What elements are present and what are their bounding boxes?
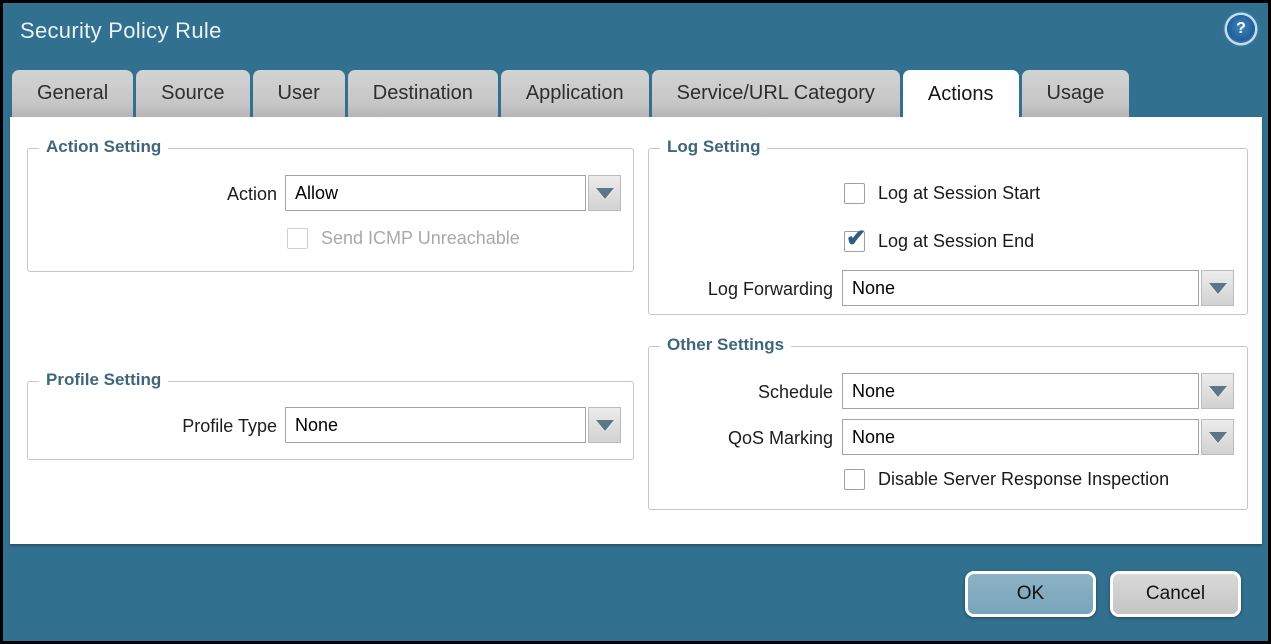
schedule-dropdown: None bbox=[842, 373, 1234, 409]
cancel-button[interactable]: Cancel bbox=[1110, 571, 1241, 617]
tab-application[interactable]: Application bbox=[501, 70, 649, 117]
disable-sri-checkbox-row: Disable Server Response Inspection bbox=[844, 469, 1169, 490]
other-settings-legend: Other Settings bbox=[660, 335, 791, 355]
chevron-down-icon bbox=[1209, 283, 1227, 294]
action-setting-legend: Action Setting bbox=[39, 137, 168, 157]
schedule-dropdown-value[interactable]: None bbox=[842, 373, 1199, 409]
chevron-down-icon bbox=[1209, 386, 1227, 397]
tab-source[interactable]: Source bbox=[136, 70, 249, 117]
log-forwarding-dropdown-value[interactable]: None bbox=[842, 270, 1199, 306]
tab-destination[interactable]: Destination bbox=[348, 70, 498, 117]
qos-marking-label: QoS Marking bbox=[593, 428, 833, 449]
qos-marking-dropdown: None bbox=[842, 419, 1234, 455]
chevron-down-icon bbox=[596, 188, 614, 199]
profile-type-dropdown-value[interactable]: None bbox=[285, 407, 586, 443]
log-forwarding-dropdown: None bbox=[842, 270, 1234, 306]
send-icmp-unreachable-checkbox[interactable] bbox=[287, 228, 308, 249]
action-dropdown: Allow bbox=[285, 175, 621, 211]
disable-sri-label: Disable Server Response Inspection bbox=[878, 469, 1169, 490]
log-session-end-checkbox[interactable]: ✔ bbox=[844, 231, 865, 252]
send-icmp-unreachable-label: Send ICMP Unreachable bbox=[321, 228, 520, 249]
log-session-start-checkbox[interactable] bbox=[844, 183, 865, 204]
help-icon: ? bbox=[1236, 21, 1246, 37]
disable-sri-checkbox[interactable] bbox=[844, 469, 865, 490]
log-setting-legend: Log Setting bbox=[660, 137, 767, 157]
dialog-title: Security Policy Rule bbox=[20, 18, 222, 44]
tab-content-panel: Action Setting Action Allow Send ICMP Un… bbox=[10, 117, 1262, 544]
log-session-start-checkbox-row: Log at Session Start bbox=[844, 183, 1040, 204]
ok-button[interactable]: OK bbox=[965, 571, 1096, 617]
tab-actions[interactable]: Actions bbox=[903, 70, 1019, 118]
security-policy-rule-dialog: Security Policy Rule ? General Source Us… bbox=[0, 0, 1271, 644]
tab-bar: General Source User Destination Applicat… bbox=[12, 70, 1129, 118]
profile-type-label: Profile Type bbox=[37, 416, 277, 437]
action-dropdown-trigger[interactable] bbox=[588, 175, 621, 211]
tab-general[interactable]: General bbox=[12, 70, 133, 117]
log-session-start-label: Log at Session Start bbox=[878, 183, 1040, 204]
log-session-end-label: Log at Session End bbox=[878, 231, 1034, 252]
tab-usage[interactable]: Usage bbox=[1022, 70, 1130, 117]
send-icmp-unreachable-checkbox-row: Send ICMP Unreachable bbox=[287, 228, 520, 249]
chevron-down-icon bbox=[1209, 432, 1227, 443]
profile-setting-legend: Profile Setting bbox=[39, 370, 168, 390]
log-session-end-checkbox-row: ✔ Log at Session End bbox=[844, 231, 1034, 252]
schedule-dropdown-trigger[interactable] bbox=[1201, 373, 1234, 409]
check-icon: ✔ bbox=[846, 227, 866, 251]
tab-user[interactable]: User bbox=[253, 70, 345, 117]
log-forwarding-label: Log Forwarding bbox=[593, 279, 833, 300]
action-label: Action bbox=[37, 184, 277, 205]
help-button[interactable]: ? bbox=[1227, 15, 1255, 43]
qos-marking-dropdown-trigger[interactable] bbox=[1201, 419, 1234, 455]
tab-service-url-category[interactable]: Service/URL Category bbox=[652, 70, 900, 117]
profile-type-dropdown: None bbox=[285, 407, 621, 443]
log-forwarding-dropdown-trigger[interactable] bbox=[1201, 270, 1234, 306]
schedule-label: Schedule bbox=[593, 382, 833, 403]
qos-marking-dropdown-value[interactable]: None bbox=[842, 419, 1199, 455]
action-dropdown-value[interactable]: Allow bbox=[285, 175, 586, 211]
